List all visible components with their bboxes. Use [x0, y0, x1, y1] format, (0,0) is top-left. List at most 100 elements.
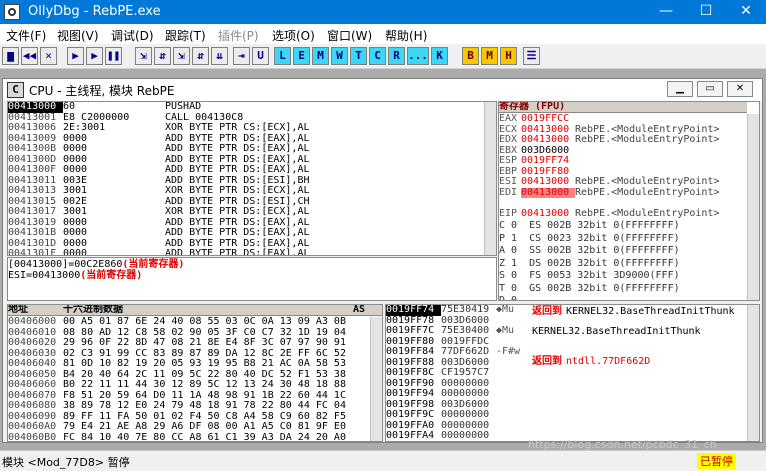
disasm-instruction: XOR BYTE PTR DS:[ECX],AL	[165, 206, 310, 217]
memory-breakpoints-button[interactable]: M	[481, 47, 498, 65]
dump-address: 00406080	[8, 400, 57, 411]
menu-view[interactable]: 视图(V)	[57, 27, 99, 44]
cpu-window-button[interactable]: C	[369, 47, 386, 65]
disasm-row[interactable]: 0041301F 0000 ADD BYTE PTR DS:[EAX],AL	[8, 248, 485, 255]
menu-window[interactable]: 窗口(W)	[327, 27, 372, 44]
dump-row[interactable]: 004060A0 79 E4 21 AE A8 29 A6 DF 08 00 A1…	[8, 421, 353, 433]
modules-window-button[interactable]: E	[293, 47, 310, 65]
menu-debug[interactable]: 调试(D)	[111, 27, 154, 44]
stack-row[interactable]: 0019FF9C 00000000	[386, 409, 526, 421]
cpu-close-button[interactable]: ✕	[727, 81, 753, 97]
register-name: ESI	[499, 176, 518, 187]
register-value: 00413000	[521, 176, 570, 187]
run-icon[interactable]: ▶	[67, 47, 84, 65]
menu-file[interactable]: 文件(F)	[6, 27, 46, 44]
stack-pane[interactable]: 0019FF74 75E30419 ◆Mu 0019FF78 003D6000 0019F…	[385, 304, 760, 442]
goto-icon[interactable]: ⇥	[233, 47, 250, 65]
run-thread-icon[interactable]: ▶	[86, 47, 103, 65]
flags-row[interactable]: A 0 SS 002B 32bit 0(FFFFFFFF)	[499, 245, 680, 257]
register-value: 0019FF74	[521, 155, 570, 166]
disasm-row[interactable]: 00413000 60 PUSHAD	[8, 102, 485, 113]
breakpoints-button[interactable]: B	[462, 47, 479, 65]
menu-list-icon[interactable]: ☰	[523, 47, 540, 65]
dump-row[interactable]: 00406020 29 96 0F 22 8D 47 08 21 8E E4 8F…	[8, 337, 353, 349]
minimize-button[interactable]: —	[646, 0, 686, 24]
flags-row[interactable]: Z 1 DS 002B 32bit 0(FFFFFFFF)	[499, 258, 680, 270]
register-name: ESP	[499, 155, 518, 166]
close-debug-icon[interactable]: ✕	[40, 47, 57, 65]
register-row[interactable]	[499, 198, 581, 209]
log-window-button[interactable]: L	[274, 47, 291, 65]
stack-address: 0019FFA8	[386, 441, 434, 442]
stack-row[interactable]: 0019FF8C CF1957C7	[386, 367, 526, 379]
close-button[interactable]: ✕	[726, 0, 766, 24]
register-row[interactable]: EAX 0019FFCC	[499, 113, 575, 125]
stack-scrollbar[interactable]	[747, 305, 759, 441]
memory-window-button[interactable]: M	[312, 47, 329, 65]
flags-row[interactable]: S 0 FS 0053 32bit 3D9000(FFF)	[499, 270, 680, 282]
cpu-window: C CPU - 主线程, 模块 RebPE ▁ ▭ ✕ 00413000 60 PU…	[2, 78, 763, 443]
maximize-button[interactable]: ☐	[686, 0, 726, 24]
stack-comment-tag: 返回到	[532, 356, 562, 367]
dump-row[interactable]: 00406000 00 A5 01 87 6E 24 40 08 55 03 0C…	[8, 316, 353, 328]
register-row[interactable]: EDI 00413000 RebPE.<ModuleEntryPoint>	[499, 187, 720, 198]
trace-over-icon[interactable]: ⇵	[192, 47, 209, 65]
stack-value: CF1957C7	[441, 367, 490, 378]
dump-row[interactable]: 00406080 38 89 78 12 E0 24 79 48 18 91 78…	[8, 400, 353, 412]
cpu-maximize-button[interactable]: ▭	[697, 81, 723, 97]
cpu-minimize-button[interactable]: ▁	[667, 81, 693, 97]
user-code-icon[interactable]: U	[252, 47, 269, 65]
dump-hex: 29 96 0F 22 8D 47 08 21 8E E4 8F 3C 07 9…	[63, 337, 346, 348]
run-trace-button[interactable]: ...	[407, 47, 429, 65]
menu-help[interactable]: 帮助(H)	[385, 27, 427, 44]
dump-row[interactable]: 00406040 81 0D 10 82 19 20 05 93 19 95 B8…	[8, 358, 353, 370]
registers-scrollbar[interactable]	[747, 114, 759, 300]
stack-comment-text: KERNEL32.BaseThreadInitThunk	[532, 326, 701, 337]
stack-address: 0019FF8C	[386, 367, 435, 378]
flags-row[interactable]: C 0 ES 002B 32bit 0(FFFFFFFF)	[499, 220, 680, 232]
disassembly-pane[interactable]: 00413000 60 PUSHAD 00413001 E8 C2000000 CALL …	[7, 101, 497, 256]
stack-row[interactable]: 0019FF7C 75E30400 ◆Mu	[386, 325, 526, 337]
stack-row[interactable]: 0019FF84 77DF662D -F#w	[386, 346, 526, 358]
execute-till-return-icon[interactable]: ⇊	[211, 47, 228, 65]
register-row[interactable]: EIP 00413000 RebPE.<ModuleEntryPoint>	[499, 208, 720, 220]
disasm-hex: 0000	[63, 227, 88, 238]
threads-window-button[interactable]: T	[350, 47, 367, 65]
menu-options[interactable]: 选项(O)	[272, 27, 315, 44]
hardware-breakpoints-button[interactable]: H	[500, 47, 517, 65]
stack-row[interactable]: 0019FFA4 00000000	[386, 430, 526, 441]
disasm-hex: 2E:3001	[63, 122, 106, 133]
stack-row[interactable]: 0019FF74 75E30419 ◆Mu	[386, 305, 526, 316]
disasm-scrollbar[interactable]	[484, 102, 496, 255]
stack-row[interactable]: 0019FF94 00000000	[386, 388, 526, 400]
stack-row[interactable]: 0019FFA8 00000000	[386, 441, 489, 442]
register-value: 00413000	[521, 187, 575, 198]
stack-address: 0019FF84	[386, 346, 435, 357]
windows-window-button[interactable]: W	[331, 47, 348, 65]
pause-icon[interactable]: ❚❚	[105, 47, 122, 65]
dump-scrollbar[interactable]	[370, 317, 382, 441]
dump-row[interactable]: 004060B0 FC 84 10 40 7E 80 CC A8 61 C1 39…	[8, 432, 353, 441]
dump-row[interactable]: 00406060 B0 22 11 11 44 30 12 89 5C 12 13…	[8, 379, 353, 391]
disasm-instruction: ADD BYTE PTR DS:[EAX],AL	[165, 143, 310, 154]
step-over-icon[interactable]: ⇵	[154, 47, 171, 65]
stack-comment-text: ntdll.77DF662D	[566, 356, 651, 367]
flags-row[interactable]: P 1 CS 0023 32bit 0(FFFFFFFF)	[499, 233, 680, 245]
disasm-instruction: ADD BYTE PTR DS:[ESI],CH	[165, 195, 310, 207]
disasm-address: 00413013	[8, 185, 57, 196]
references-window-button[interactable]: R	[388, 47, 405, 65]
trace-into-icon[interactable]: ⇲	[173, 47, 190, 65]
registers-pane[interactable]: 寄存器 (FPU) EAX 0019FFCC ECX 00413000 RebPE.<Mo…	[498, 101, 760, 301]
open-icon[interactable]: ▆	[2, 47, 19, 65]
menu-plugins[interactable]: 插件(P)	[218, 27, 259, 44]
register-row[interactable]: EDX 00413000 RebPE.<ModuleEntryPoint>	[499, 134, 720, 146]
register-row[interactable]: ESP 0019FF74	[499, 155, 575, 167]
step-into-icon[interactable]: ⇲	[135, 47, 152, 65]
stack-value: 77DF662D	[441, 346, 490, 357]
restart-icon[interactable]: ◀◀	[21, 47, 38, 65]
flags-row[interactable]: D 0	[499, 295, 517, 300]
menu-trace[interactable]: 跟踪(T)	[165, 27, 206, 44]
dump-pane[interactable]: 地址 十六进制数据 AS 00406000 00 A5 01 87 6E 24 40 0…	[7, 304, 383, 442]
call-stack-button[interactable]: K	[431, 47, 448, 65]
flags-row[interactable]: T 0 GS 002B 32bit 0(FFFFFFFF)	[499, 283, 680, 295]
